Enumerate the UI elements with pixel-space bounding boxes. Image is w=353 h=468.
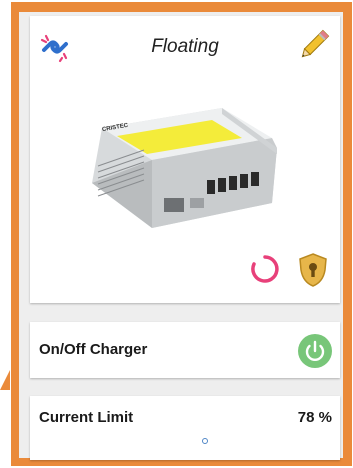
link-broken-icon[interactable]: [38, 30, 72, 64]
power-icon: [305, 340, 325, 361]
status-title: Floating: [151, 36, 219, 57]
on-off-charger-label: On/Off Charger: [39, 341, 148, 358]
current-limit-value: 78 %: [297, 409, 332, 426]
charger-device-image: [92, 108, 277, 228]
on-off-charger-row: On/Off Charger: [30, 322, 340, 378]
power-toggle-button[interactable]: [298, 334, 332, 368]
loading-spinner-icon: [249, 253, 281, 285]
arrow-mark-icon: [0, 370, 10, 390]
current-limit-row: Current Limit 78 %: [30, 396, 340, 460]
status-card: Floating CRISTEC: [30, 16, 340, 303]
shield-keyhole-icon[interactable]: [298, 252, 328, 288]
pencil-icon[interactable]: [296, 28, 330, 64]
current-limit-label: Current Limit: [39, 409, 134, 426]
current-limit-slider-handle[interactable]: [202, 438, 208, 444]
